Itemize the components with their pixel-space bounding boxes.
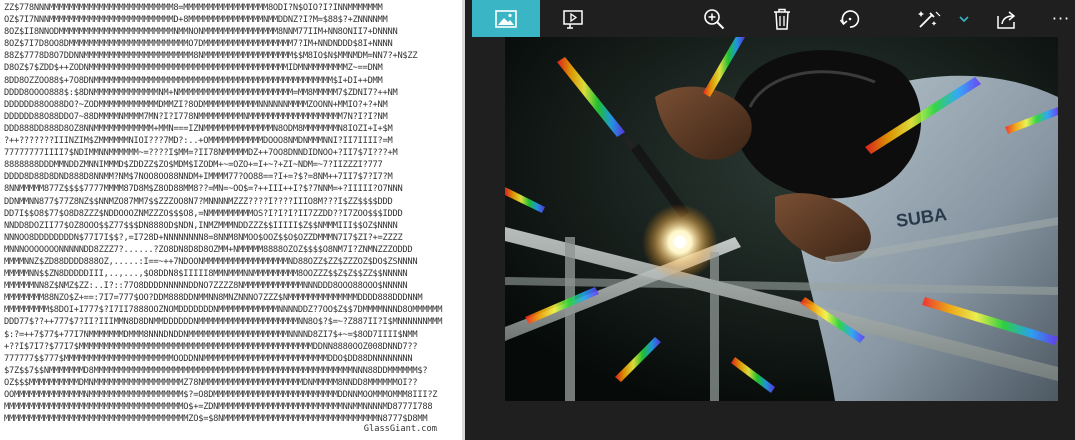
photo: SUBA (505, 37, 1058, 401)
slideshow-button[interactable] (553, 0, 593, 37)
edit-icon (917, 8, 959, 30)
more-button[interactable]: ··· (1047, 0, 1075, 37)
share-icon (996, 9, 1018, 29)
share-button[interactable] (987, 0, 1027, 37)
more-icon: ··· (1051, 9, 1071, 28)
chevron-down-icon (959, 15, 969, 23)
photo-viewer: ··· SUBA (465, 0, 1075, 440)
zoom-in-button[interactable] (694, 0, 734, 37)
edit-button[interactable] (915, 0, 971, 37)
rotate-icon (839, 8, 861, 30)
viewer-toolbar: ··· (465, 0, 1075, 37)
ascii-art-text: ZZ$778NNNMMMMMMMMMMMMMMMMMMMMMMMMM8=MMMM… (4, 3, 443, 425)
image-icon (495, 9, 517, 28)
slideshow-icon (562, 9, 584, 29)
credit-text: GlassGiant.com (363, 424, 437, 434)
ascii-art-panel: ZZ$778NNNMMMMMMMMMMMMMMMMMMMMMMMMM8=MMMM… (0, 0, 462, 440)
delete-button[interactable] (762, 0, 802, 37)
delete-icon (772, 8, 792, 30)
rotate-button[interactable] (830, 0, 870, 37)
zoom-in-icon (703, 8, 725, 30)
image-button[interactable] (472, 0, 540, 37)
